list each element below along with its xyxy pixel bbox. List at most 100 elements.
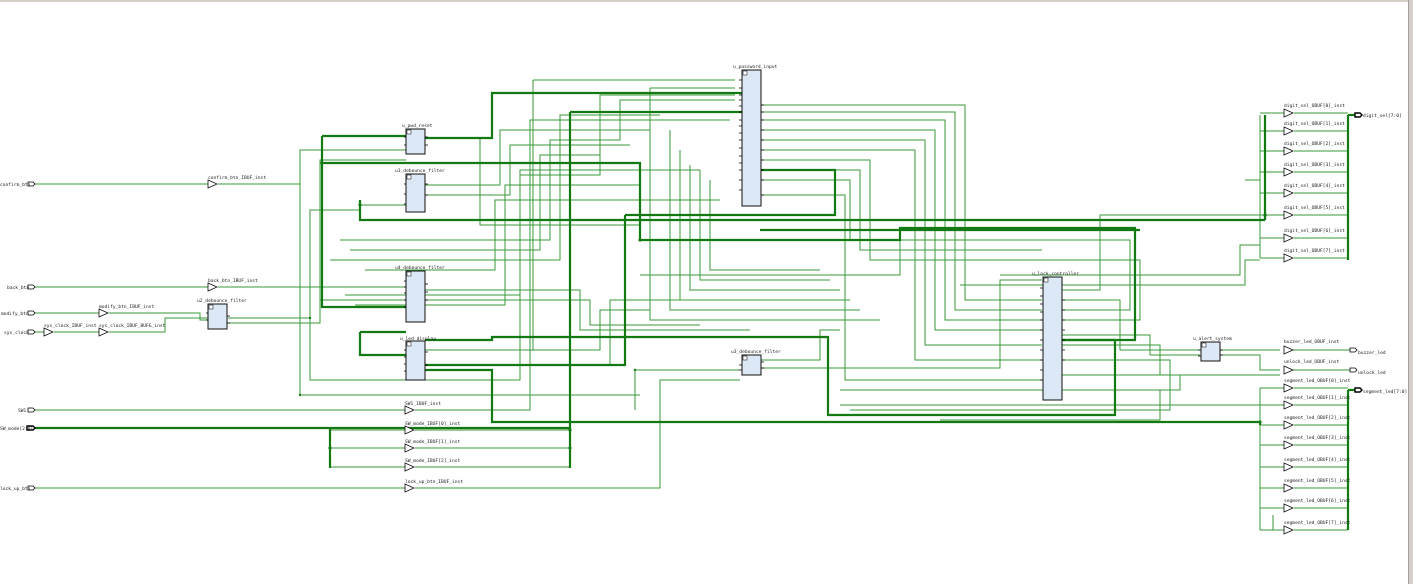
- output-buffers: digit_sel_OBUF[0]_inst digit_sel_OBUF[1]…: [1283, 103, 1351, 535]
- bufg-sys-clock[interactable]: sys_clock_IBUF_BUFG_inst: [98, 323, 166, 337]
- svg-text:digit_sel_OBUF[5]_inst: digit_sel_OBUF[5]_inst: [1284, 205, 1345, 211]
- svg-text:digit_sel_OBUF[0]_inst: digit_sel_OBUF[0]_inst: [1284, 103, 1345, 109]
- obuf-digit-sel-1[interactable]: digit_sel_OBUF[1]_inst: [1283, 121, 1345, 136]
- obuf-unlock[interactable]: unlock_led_OBUF_inst: [1283, 359, 1340, 375]
- obuf-digit-sel-3[interactable]: digit_sel_OBUF[3]_inst: [1283, 162, 1345, 177]
- svg-text:segment_led_OBUF[7]_inst: segment_led_OBUF[7]_inst: [1284, 520, 1351, 526]
- input-ports: confirm_btn back_btn modify_btn sys_cloc…: [0, 181, 36, 492]
- svg-text:confirm_btn: confirm_btn: [0, 182, 31, 188]
- ibuf-sw1[interactable]: SW1_IBUF_inst: [404, 401, 441, 415]
- obuf-buzzer[interactable]: buzzer_led_OBUF_inst: [1283, 339, 1340, 355]
- nets: [34, 79, 1350, 531]
- svg-text:buzzer_led: buzzer_led: [1358, 350, 1386, 356]
- obuf-segment-0[interactable]: segment_led_OBUF[0]_inst: [1283, 378, 1351, 393]
- obuf-segment-5[interactable]: segment_led_OBUF[5]_inst: [1283, 478, 1351, 493]
- ibuf-confirm[interactable]: confirm_btn_IBUF_inst: [207, 175, 266, 189]
- svg-text:digit_sel_OBUF[7]_inst: digit_sel_OBUF[7]_inst: [1284, 248, 1345, 254]
- cell-u2-debounce[interactable]: u2_debounce_filter: [197, 298, 247, 330]
- svg-text:u_password_input: u_password_input: [733, 64, 777, 70]
- svg-text:SW_mode[2:0]: SW_mode[2:0]: [0, 426, 33, 432]
- obuf-segment-7[interactable]: segment_led_OBUF[7]_inst: [1283, 520, 1351, 535]
- svg-text:SW_mode_IBUF[1]_inst: SW_mode_IBUF[1]_inst: [405, 439, 461, 445]
- svg-text:sys_clock_IBUF_BUFG_inst: sys_clock_IBUF_BUFG_inst: [99, 323, 166, 329]
- ibuf-sys-clock[interactable]: sys_clock_IBUF_inst: [43, 323, 97, 337]
- svg-text:digit_sel_OBUF[2]_inst: digit_sel_OBUF[2]_inst: [1284, 141, 1345, 147]
- svg-text:modify_btn_IBUF_inst: modify_btn_IBUF_inst: [99, 304, 155, 310]
- svg-text:segment_led_OBUF[6]_inst: segment_led_OBUF[6]_inst: [1284, 498, 1351, 504]
- port-digit-sel[interactable]: digit_sel[7:0]: [1354, 112, 1402, 119]
- port-segment-led[interactable]: segment_led[7:0]: [1354, 387, 1407, 395]
- svg-text:back_btn: back_btn: [7, 285, 29, 291]
- output-ports: digit_sel[7:0] buzzer_led unlock_led seg…: [1349, 112, 1407, 395]
- svg-text:segment_led[7:0]: segment_led[7:0]: [1363, 389, 1407, 395]
- obuf-segment-2[interactable]: segment_led_OBUF[2]_inst: [1283, 415, 1351, 430]
- svg-text:u2_debounce_filter: u2_debounce_filter: [197, 298, 247, 304]
- ibuf-sw-mode-2[interactable]: SW_mode_IBUF[2]_inst: [404, 458, 461, 472]
- svg-text:segment_led_OBUF[5]_inst: segment_led_OBUF[5]_inst: [1284, 478, 1351, 484]
- svg-text:unlock_led_OBUF_inst: unlock_led_OBUF_inst: [1284, 359, 1340, 365]
- svg-text:u_alert_system: u_alert_system: [1193, 336, 1232, 342]
- schematic-canvas[interactable]: confirm_btn back_btn modify_btn sys_cloc…: [0, 0, 1413, 584]
- obuf-segment-1[interactable]: segment_led_OBUF[1]_inst: [1283, 395, 1351, 410]
- buses: [34, 91, 1357, 530]
- window-right-edge: [1408, 0, 1413, 584]
- svg-text:buzzer_led_OBUF_inst: buzzer_led_OBUF_inst: [1284, 339, 1340, 345]
- cell-password-input[interactable]: u_password_input: [733, 64, 777, 207]
- svg-text:u1_debounce_filter: u1_debounce_filter: [395, 168, 445, 174]
- obuf-digit-sel-2[interactable]: digit_sel_OBUF[2]_inst: [1283, 141, 1345, 156]
- ibuf-modify[interactable]: modify_btn_IBUF_inst: [98, 304, 155, 318]
- svg-text:segment_led_OBUF[4]_inst: segment_led_OBUF[4]_inst: [1284, 457, 1351, 463]
- port-modify-btn[interactable]: modify_btn: [1, 310, 36, 317]
- obuf-digit-sel-0[interactable]: digit_sel_OBUF[0]_inst: [1283, 103, 1345, 118]
- svg-text:sys_clock: sys_clock: [4, 330, 29, 336]
- svg-text:SW1: SW1: [18, 408, 27, 414]
- svg-text:unlock_led: unlock_led: [1358, 370, 1386, 376]
- obuf-digit-sel-5[interactable]: digit_sel_OBUF[5]_inst: [1283, 205, 1345, 220]
- obuf-digit-sel-6[interactable]: digit_sel_OBUF[6]_inst: [1283, 228, 1345, 243]
- port-lock-up-btn[interactable]: lock_up_btn: [0, 485, 36, 492]
- svg-text:u_lock_controller: u_lock_controller: [1032, 271, 1079, 277]
- obuf-segment-4[interactable]: segment_led_OBUF[4]_inst: [1283, 457, 1351, 472]
- cell-alert-system[interactable]: u_alert_system: [1193, 336, 1232, 362]
- ibuf-lock-up[interactable]: lock_up_btn_IBUF_inst: [404, 479, 463, 493]
- svg-text:modify_btn: modify_btn: [1, 311, 29, 317]
- svg-text:digit_sel_OBUF[6]_inst: digit_sel_OBUF[6]_inst: [1284, 228, 1345, 234]
- svg-text:segment_led_OBUF[3]_inst: segment_led_OBUF[3]_inst: [1284, 435, 1351, 441]
- port-buzzer-led[interactable]: buzzer_led: [1349, 347, 1386, 356]
- window-top-border: [0, 0, 1413, 2]
- svg-text:confirm_btn_IBUF_inst: confirm_btn_IBUF_inst: [208, 175, 266, 181]
- svg-text:digit_sel_OBUF[1]_inst: digit_sel_OBUF[1]_inst: [1284, 121, 1345, 127]
- obuf-digit-sel-4[interactable]: digit_sel_OBUF[4]_inst: [1283, 183, 1345, 198]
- svg-text:segment_led_OBUF[2]_inst: segment_led_OBUF[2]_inst: [1284, 415, 1351, 421]
- svg-text:digit_sel_OBUF[3]_inst: digit_sel_OBUF[3]_inst: [1284, 162, 1345, 168]
- cell-u4-debounce[interactable]: u4_debounce_filter: [395, 265, 445, 323]
- svg-text:lock_up_btn_IBUF_inst: lock_up_btn_IBUF_inst: [405, 479, 463, 485]
- svg-text:back_btn_IBUF_inst: back_btn_IBUF_inst: [208, 278, 258, 284]
- svg-text:digit_sel[7:0]: digit_sel[7:0]: [1363, 113, 1402, 119]
- schematic-svg[interactable]: confirm_btn back_btn modify_btn sys_cloc…: [0, 0, 1413, 584]
- svg-text:segment_led_OBUF[0]_inst: segment_led_OBUF[0]_inst: [1284, 378, 1351, 384]
- cells: u_pwd_reset u1_debounce_filter u4_deboun…: [197, 64, 1232, 401]
- port-back-btn[interactable]: back_btn: [7, 284, 36, 291]
- ibuf-back[interactable]: back_btn_IBUF_inst: [207, 278, 258, 292]
- obuf-digit-sel-7[interactable]: digit_sel_OBUF[7]_inst: [1283, 248, 1345, 263]
- svg-text:u4_debounce_filter: u4_debounce_filter: [395, 265, 445, 271]
- port-sw1[interactable]: SW1: [18, 407, 36, 414]
- svg-text:u_pwd_reset: u_pwd_reset: [402, 123, 433, 129]
- svg-text:SW_mode_IBUF[0]_inst: SW_mode_IBUF[0]_inst: [405, 421, 461, 427]
- svg-text:u3_debounce_filter: u3_debounce_filter: [731, 349, 781, 355]
- port-sys-clock[interactable]: sys_clock: [4, 329, 36, 336]
- obuf-segment-3[interactable]: segment_led_OBUF[3]_inst: [1283, 435, 1351, 450]
- port-confirm-btn[interactable]: confirm_btn: [0, 181, 36, 188]
- cell-u3-debounce[interactable]: u3_debounce_filter: [731, 349, 781, 376]
- svg-text:segment_led_OBUF[1]_inst: segment_led_OBUF[1]_inst: [1284, 395, 1351, 401]
- svg-text:digit_sel_OBUF[4]_inst: digit_sel_OBUF[4]_inst: [1284, 183, 1345, 189]
- port-unlock-led[interactable]: unlock_led: [1349, 367, 1386, 376]
- obuf-segment-6[interactable]: segment_led_OBUF[6]_inst: [1283, 498, 1351, 513]
- ibuf-sw-mode-1[interactable]: SW_mode_IBUF[1]_inst: [404, 439, 461, 453]
- svg-text:sys_clock_IBUF_inst: sys_clock_IBUF_inst: [44, 323, 97, 329]
- input-buffers: confirm_btn_IBUF_inst back_btn_IBUF_inst…: [43, 175, 463, 493]
- cell-led-display[interactable]: u_led_display: [400, 336, 436, 381]
- port-sw-mode[interactable]: SW_mode[2:0]: [0, 425, 36, 432]
- svg-text:SW1_IBUF_inst: SW1_IBUF_inst: [405, 401, 441, 407]
